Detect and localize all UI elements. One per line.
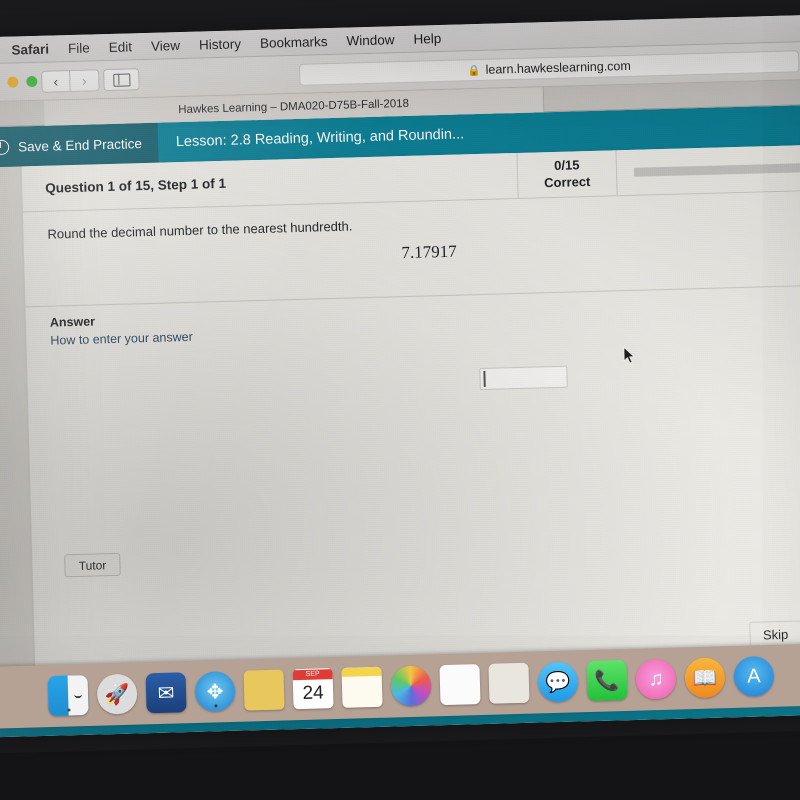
menu-item-safari[interactable]: Safari <box>11 41 49 57</box>
calendar-month: SEP <box>292 669 333 681</box>
tutor-button[interactable]: Tutor <box>64 552 121 578</box>
laptop-bezel <box>0 729 800 800</box>
answer-area: Answer How to enter your answer Tutor <box>25 284 800 691</box>
web-page: Save & End Practice Lesson: 2.8 Reading,… <box>0 104 800 738</box>
minimize-button[interactable] <box>7 76 19 88</box>
address-bar[interactable]: 🔒 learn.hawkeslearning.com <box>298 50 800 86</box>
lock-icon: 🔒 <box>467 64 481 77</box>
how-to-enter-answer-link[interactable]: How to enter your answer <box>50 330 193 348</box>
calendar-day: 24 <box>302 682 325 704</box>
dock-running-dot <box>66 708 71 712</box>
answer-heading: Answer <box>49 314 96 330</box>
dock-icon-maps[interactable] <box>488 662 530 704</box>
dock-icon-reminders[interactable] <box>439 664 481 706</box>
power-icon <box>0 139 10 155</box>
menu-item-bookmarks[interactable]: Bookmarks <box>260 34 328 51</box>
menu-item-window[interactable]: Window <box>346 32 394 48</box>
photo-of-screen:  Safari File Edit View History Bookmark… <box>0 0 800 800</box>
menu-item-view[interactable]: View <box>151 38 180 54</box>
dock-icon-notes[interactable] <box>341 666 383 708</box>
mouse-cursor <box>623 345 637 370</box>
mac-screen:  Safari File Edit View History Bookmark… <box>0 14 800 738</box>
navigation-buttons: ‹ › <box>41 69 100 93</box>
back-button[interactable]: ‹ <box>41 70 71 93</box>
score-indicator: 0/15 Correct <box>516 150 618 198</box>
dock-icon-safari[interactable]: ✥ <box>194 670 236 712</box>
dock-icon-ibooks[interactable]: 📖 <box>684 657 726 699</box>
forward-button[interactable]: › <box>70 69 100 93</box>
sidebar-toggle-button[interactable] <box>103 68 140 92</box>
zoom-button[interactable] <box>26 75 38 88</box>
save-and-end-practice-label: Save & End Practice <box>17 135 143 154</box>
dock-icon-mail[interactable]: ✉ <box>145 672 187 714</box>
content-panel: Question 1 of 15, Step 1 of 1 0/15 Corre… <box>21 144 800 692</box>
save-and-end-practice-button[interactable]: Save & End Practice <box>0 122 159 168</box>
menu-item-file[interactable]: File <box>68 40 90 56</box>
dock-icon-contacts[interactable] <box>243 669 285 711</box>
dock-icon-facetime[interactable]: 📞 <box>586 659 628 702</box>
score-label: Correct <box>543 173 591 190</box>
dock-icon-messages[interactable]: 💬 <box>537 661 579 703</box>
question-prompt: Round the decimal number to the nearest … <box>47 218 353 242</box>
question-step-label: Question 1 of 15, Step 1 of 1 <box>45 175 227 196</box>
lesson-title: Lesson: 2.8 Reading, Writing, and Roundi… <box>175 126 465 151</box>
dock-icon-launchpad[interactable]: 🚀 <box>96 673 138 715</box>
menu-item-history[interactable]: History <box>199 36 241 52</box>
dock-icon-calendar[interactable]: SEP 24 <box>292 668 334 710</box>
window-controls <box>0 75 38 88</box>
text-caret <box>483 370 486 387</box>
browser-tab-title: Hawkes Learning – DMA020-D75B-Fall-2018 <box>178 97 410 116</box>
menu-item-help[interactable]: Help <box>413 30 441 46</box>
progress-bar <box>633 162 800 177</box>
dock-icon-finder[interactable] <box>47 674 89 717</box>
score-value: 0/15 <box>553 157 580 174</box>
dock-running-dot <box>213 704 218 708</box>
answer-input[interactable] <box>479 365 568 391</box>
dock-icon-appstore[interactable]: A <box>733 655 775 697</box>
sidebar-toggle-icon <box>112 72 131 87</box>
menu-item-edit[interactable]: Edit <box>109 39 133 55</box>
address-bar-url: learn.hawkeslearning.com <box>485 58 631 77</box>
dock-icon-itunes[interactable]: ♫ <box>635 658 677 700</box>
dock-icon-photos[interactable] <box>390 665 432 707</box>
